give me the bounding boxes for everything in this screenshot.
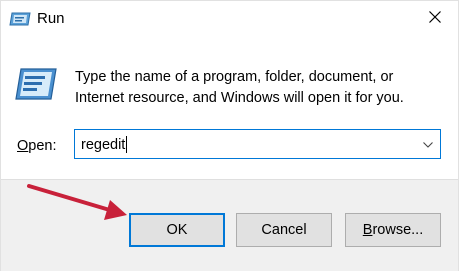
run-icon bbox=[9, 11, 31, 27]
open-combobox[interactable]: regedit bbox=[74, 129, 441, 159]
dialog-description: Type the name of a program, folder, docu… bbox=[75, 69, 404, 106]
open-label-accelerator: O bbox=[17, 138, 29, 154]
open-label-text: pen: bbox=[28, 138, 57, 154]
text-caret bbox=[126, 136, 128, 153]
cancel-button[interactable]: Cancel bbox=[236, 213, 332, 247]
run-icon bbox=[15, 67, 57, 103]
browse-label: rowse... bbox=[372, 222, 424, 238]
ok-button[interactable]: OK bbox=[129, 213, 225, 247]
open-label: Open: bbox=[17, 138, 57, 154]
browse-button[interactable]: Browse... bbox=[345, 213, 441, 247]
open-input-value: regedit bbox=[81, 136, 126, 153]
open-input[interactable]: regedit bbox=[81, 136, 128, 153]
close-button[interactable] bbox=[412, 1, 458, 37]
title-bar[interactable]: Run bbox=[1, 1, 458, 37]
browse-accelerator: B bbox=[362, 222, 373, 238]
dropdown-button[interactable] bbox=[416, 130, 440, 158]
chevron-down-icon bbox=[423, 135, 433, 153]
run-dialog: Run Type the name of a program, folder, … bbox=[0, 0, 459, 271]
close-icon bbox=[429, 10, 441, 28]
window-title: Run bbox=[37, 10, 65, 27]
